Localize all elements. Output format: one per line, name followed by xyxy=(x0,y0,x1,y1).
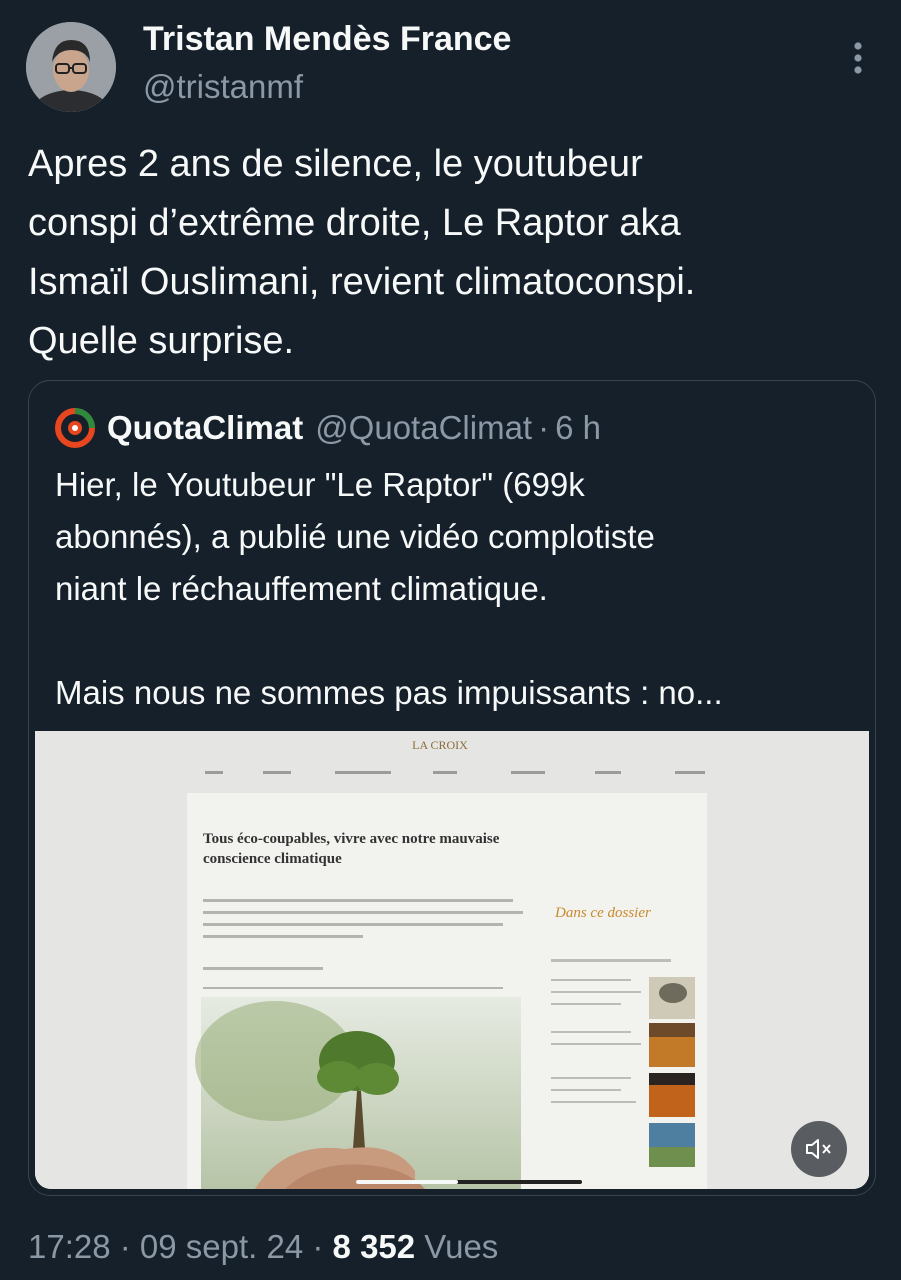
quoted-line: Hier, le Youtubeur "Le Raptor" (699k xyxy=(55,466,585,503)
mute-toggle-button[interactable] xyxy=(791,1121,847,1177)
video-progress-fill xyxy=(356,1180,458,1184)
tweet-date[interactable]: 09 sept. 24 xyxy=(140,1228,303,1265)
quoted-author-handle[interactable]: @QuotaClimat xyxy=(315,409,532,447)
tweet-text: Apres 2 ans de silence, le youtubeur con… xyxy=(28,135,888,371)
tweet-line: Quelle surprise. xyxy=(28,320,295,362)
more-options-button[interactable] xyxy=(838,38,878,78)
tweet-time[interactable]: 17:28 xyxy=(28,1228,111,1265)
tweet-line: Apres 2 ans de silence, le youtubeur xyxy=(28,143,643,185)
meta-separator: · xyxy=(303,1228,333,1265)
video-frame: LA CROIX Tous éco-coupables, vivre avec … xyxy=(35,731,869,1189)
video-sidebar-title: Dans ce dossier xyxy=(554,905,651,921)
quoted-line: niant le réchauffement climatique. xyxy=(55,570,548,607)
quotaclimat-logo-icon xyxy=(55,408,95,448)
quoted-timestamp[interactable]: 6 h xyxy=(555,409,601,447)
avatar-photo xyxy=(26,22,116,112)
video-headline-2: conscience climatique xyxy=(203,851,342,867)
author-avatar[interactable] xyxy=(26,22,116,112)
separator-dot: · xyxy=(538,409,550,446)
video-headline-1: Tous éco-coupables, vivre avec notre mau… xyxy=(203,831,500,847)
video-masthead: LA CROIX xyxy=(412,738,468,752)
quoted-tweet-text: Hier, le Youtubeur "Le Raptor" (699k abo… xyxy=(55,459,855,719)
tweet-meta: 17:28 · 09 sept. 24 · 8 352 Vues xyxy=(28,1228,498,1266)
author-name[interactable]: Tristan Mendès France xyxy=(143,20,511,59)
author-handle[interactable]: @tristanmf xyxy=(143,68,303,106)
quoted-tweet-header: QuotaClimat @QuotaClimat · 6 h xyxy=(55,407,601,449)
quoted-truncated-line: Mais nous ne sommes pas impuissants : no… xyxy=(55,674,723,711)
video-progress-bar[interactable] xyxy=(356,1180,582,1184)
tweet-line: Ismaïl Ouslimani, revient climatoconspi. xyxy=(28,261,696,303)
views-label[interactable]: Vues xyxy=(415,1228,498,1265)
tweet-line: conspi d’extrême droite, Le Raptor aka xyxy=(28,202,681,244)
views-count[interactable]: 8 352 xyxy=(333,1228,416,1265)
quoted-tweet-card[interactable]: QuotaClimat @QuotaClimat · 6 h Hier, le … xyxy=(28,380,876,1196)
quoted-line: abonnés), a publié une vidéo complotiste xyxy=(55,518,655,555)
quoted-author-name[interactable]: QuotaClimat xyxy=(107,409,303,447)
meta-separator: · xyxy=(110,1228,140,1265)
more-vertical-icon xyxy=(854,42,862,74)
quoted-video[interactable]: LA CROIX Tous éco-coupables, vivre avec … xyxy=(35,731,869,1189)
volume-muted-icon xyxy=(806,1139,831,1159)
